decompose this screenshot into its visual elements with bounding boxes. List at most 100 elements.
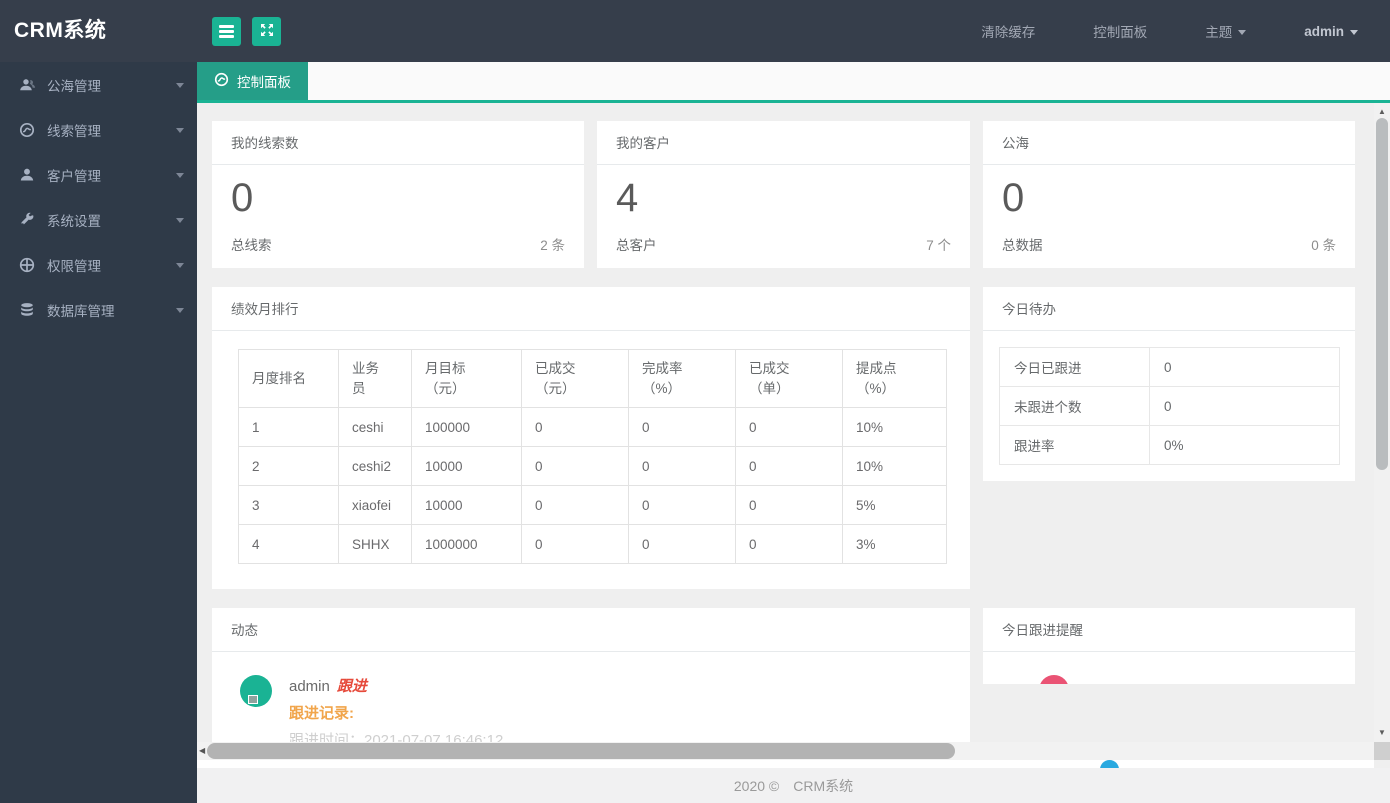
vertical-scrollbar-thumb[interactable] <box>1376 118 1388 470</box>
vertical-scrollbar[interactable]: ▲ ▼ <box>1374 103 1390 742</box>
table-cell: 0 <box>628 485 736 525</box>
globe-icon <box>18 256 36 273</box>
horizontal-scrollbar[interactable]: ◀ <box>197 742 1374 760</box>
chevron-down-icon <box>1238 29 1247 35</box>
sidebar: 公海管理 线索管理 客户管理 系统设置 权限管理 数据库管理 <box>0 62 197 803</box>
sidebar-item-database[interactable]: 数据库管理 <box>0 287 197 332</box>
app-logo[interactable]: CRM系统 <box>14 0 106 62</box>
photo-icon <box>248 695 258 704</box>
table-cell: 0 <box>735 407 843 447</box>
table-cell: 2 <box>238 446 339 486</box>
horizontal-scrollbar-thumb[interactable] <box>207 743 955 759</box>
sidebar-item-leads[interactable]: 线索管理 <box>0 107 197 152</box>
scroll-down-arrow[interactable]: ▼ <box>1374 728 1390 737</box>
chevron-down-icon <box>176 308 184 313</box>
avatar <box>1039 675 1069 684</box>
nav-theme-label: 主题 <box>1205 25 1233 40</box>
activity-action-link[interactable]: 跟进 <box>337 678 367 695</box>
nav-user-menu[interactable]: admin <box>1304 24 1358 39</box>
crm-app: CRM系统 清除缓存 控制面板 主题 admin 公海管理 线索管理 客户管理 … <box>0 0 1390 803</box>
fullscreen-button[interactable] <box>252 17 281 46</box>
todo-value: 0% <box>1149 425 1340 465</box>
scroll-up-arrow[interactable]: ▲ <box>1374 107 1390 116</box>
chevron-down-icon <box>176 173 184 178</box>
today-todo-card: 今日待办 今日已跟进 0 未跟进个数 0 跟进率 0% <box>983 287 1355 481</box>
chevron-down-icon <box>1350 29 1358 35</box>
sidebar-item-permissions[interactable]: 权限管理 <box>0 242 197 287</box>
sidebar-item-customers[interactable]: 客户管理 <box>0 152 197 197</box>
table-cell: 0 <box>735 524 843 564</box>
column-header: 月度排名 <box>238 349 339 408</box>
activity-user: admin <box>289 678 330 695</box>
database-icon <box>18 301 36 318</box>
table-row: 1 ceshi 100000 0 0 0 10% <box>238 407 947 447</box>
stat-value: 0 <box>1002 176 1025 220</box>
topbar: CRM系统 清除缓存 控制面板 主题 admin <box>0 0 1390 62</box>
sidebar-item-system-settings[interactable]: 系统设置 <box>0 197 197 242</box>
nav-theme-menu[interactable]: 主题 <box>1205 21 1247 41</box>
table-cell: 0 <box>521 407 629 447</box>
todo-value: 0 <box>1149 347 1340 387</box>
footer-text: 2020 © CRM系统 <box>733 778 854 794</box>
chevron-down-icon <box>176 218 184 223</box>
table-cell: 0 <box>628 524 736 564</box>
table-cell: 0 <box>735 485 843 525</box>
table-cell: 1000000 <box>411 524 522 564</box>
table-cell: 10% <box>842 407 947 447</box>
table-row: 2 ceshi2 10000 0 0 0 10% <box>238 446 947 486</box>
avatar <box>1100 760 1119 768</box>
stat-card-my-leads: 我的线索数 0 总线索 2 条 <box>212 121 584 268</box>
tab-control-panel[interactable]: 控制面板 <box>197 62 308 100</box>
stat-metric-value: 7 个 <box>926 237 951 253</box>
avatar <box>240 675 272 707</box>
todo-label: 今日已跟进 <box>999 347 1150 387</box>
sidebar-toggle-button[interactable] <box>212 17 241 46</box>
column-header: 完成率 （%） <box>628 349 736 408</box>
clipped-content-strip <box>197 760 1374 768</box>
table-cell: ceshi2 <box>338 446 412 486</box>
dashboard-grid: 我的线索数 0 总线索 2 条 我的客户 4 总客户 7 个 公海 0 总数据 … <box>197 103 1390 768</box>
table-cell: 100000 <box>411 407 522 447</box>
scroll-left-arrow[interactable]: ◀ <box>199 742 205 760</box>
card-title: 今日跟进提醒 <box>983 608 1355 652</box>
card-title: 今日待办 <box>983 287 1355 331</box>
column-header: 已成交 （单） <box>735 349 843 408</box>
card-title: 我的线索数 <box>212 121 584 165</box>
stat-value: 0 <box>231 176 254 220</box>
chevron-down-icon <box>176 128 184 133</box>
table-cell: 10000 <box>411 446 522 486</box>
todo-value: 0 <box>1149 386 1340 426</box>
table-cell: 0 <box>628 407 736 447</box>
card-title: 绩效月排行 <box>212 287 970 331</box>
nav-clear-cache[interactable]: 清除缓存 <box>981 21 1035 41</box>
nav-control-panel[interactable]: 控制面板 <box>1093 21 1147 41</box>
sidebar-item-label: 系统设置 <box>47 213 101 229</box>
card-title: 我的客户 <box>597 121 970 165</box>
column-header: 月目标 （元） <box>411 349 522 408</box>
activity-record-label: 跟进记录: <box>289 705 354 722</box>
stat-card-public-sea: 公海 0 总数据 0 条 <box>983 121 1355 268</box>
column-header: 业务员 <box>338 349 412 408</box>
activity-item: admin 跟进 跟进记录: 跟进时间：2021-07-07 16:46:12 <box>212 652 970 750</box>
column-header: 提成点 （%） <box>842 349 947 408</box>
table-cell: SHHX <box>338 524 412 564</box>
page-footer: 2020 © CRM系统 <box>197 768 1390 803</box>
wrench-icon <box>18 211 36 228</box>
stat-value: 4 <box>616 176 639 220</box>
table-cell: 0 <box>521 524 629 564</box>
table-cell: 0 <box>521 485 629 525</box>
table-cell: 0 <box>628 446 736 486</box>
sidebar-item-public-sea[interactable]: 公海管理 <box>0 62 197 107</box>
sidebar-item-label: 权限管理 <box>47 258 101 274</box>
user-group-icon <box>18 76 36 93</box>
table-header-row: 月度排名 业务员 月目标 （元） 已成交 （元） 完成率 （%） 已成交 （单） 提成点… <box>238 349 947 408</box>
compass-icon <box>18 121 36 138</box>
table-cell: 3% <box>842 524 947 564</box>
chevron-down-icon <box>176 83 184 88</box>
table-cell: 5% <box>842 485 947 525</box>
todo-table: 今日已跟进 0 未跟进个数 0 跟进率 0% <box>999 347 1340 465</box>
globe-tab-icon <box>214 72 229 90</box>
nav-user-label: admin <box>1304 23 1344 39</box>
column-header: 已成交 （元） <box>521 349 629 408</box>
table-cell: xiaofei <box>338 485 412 525</box>
